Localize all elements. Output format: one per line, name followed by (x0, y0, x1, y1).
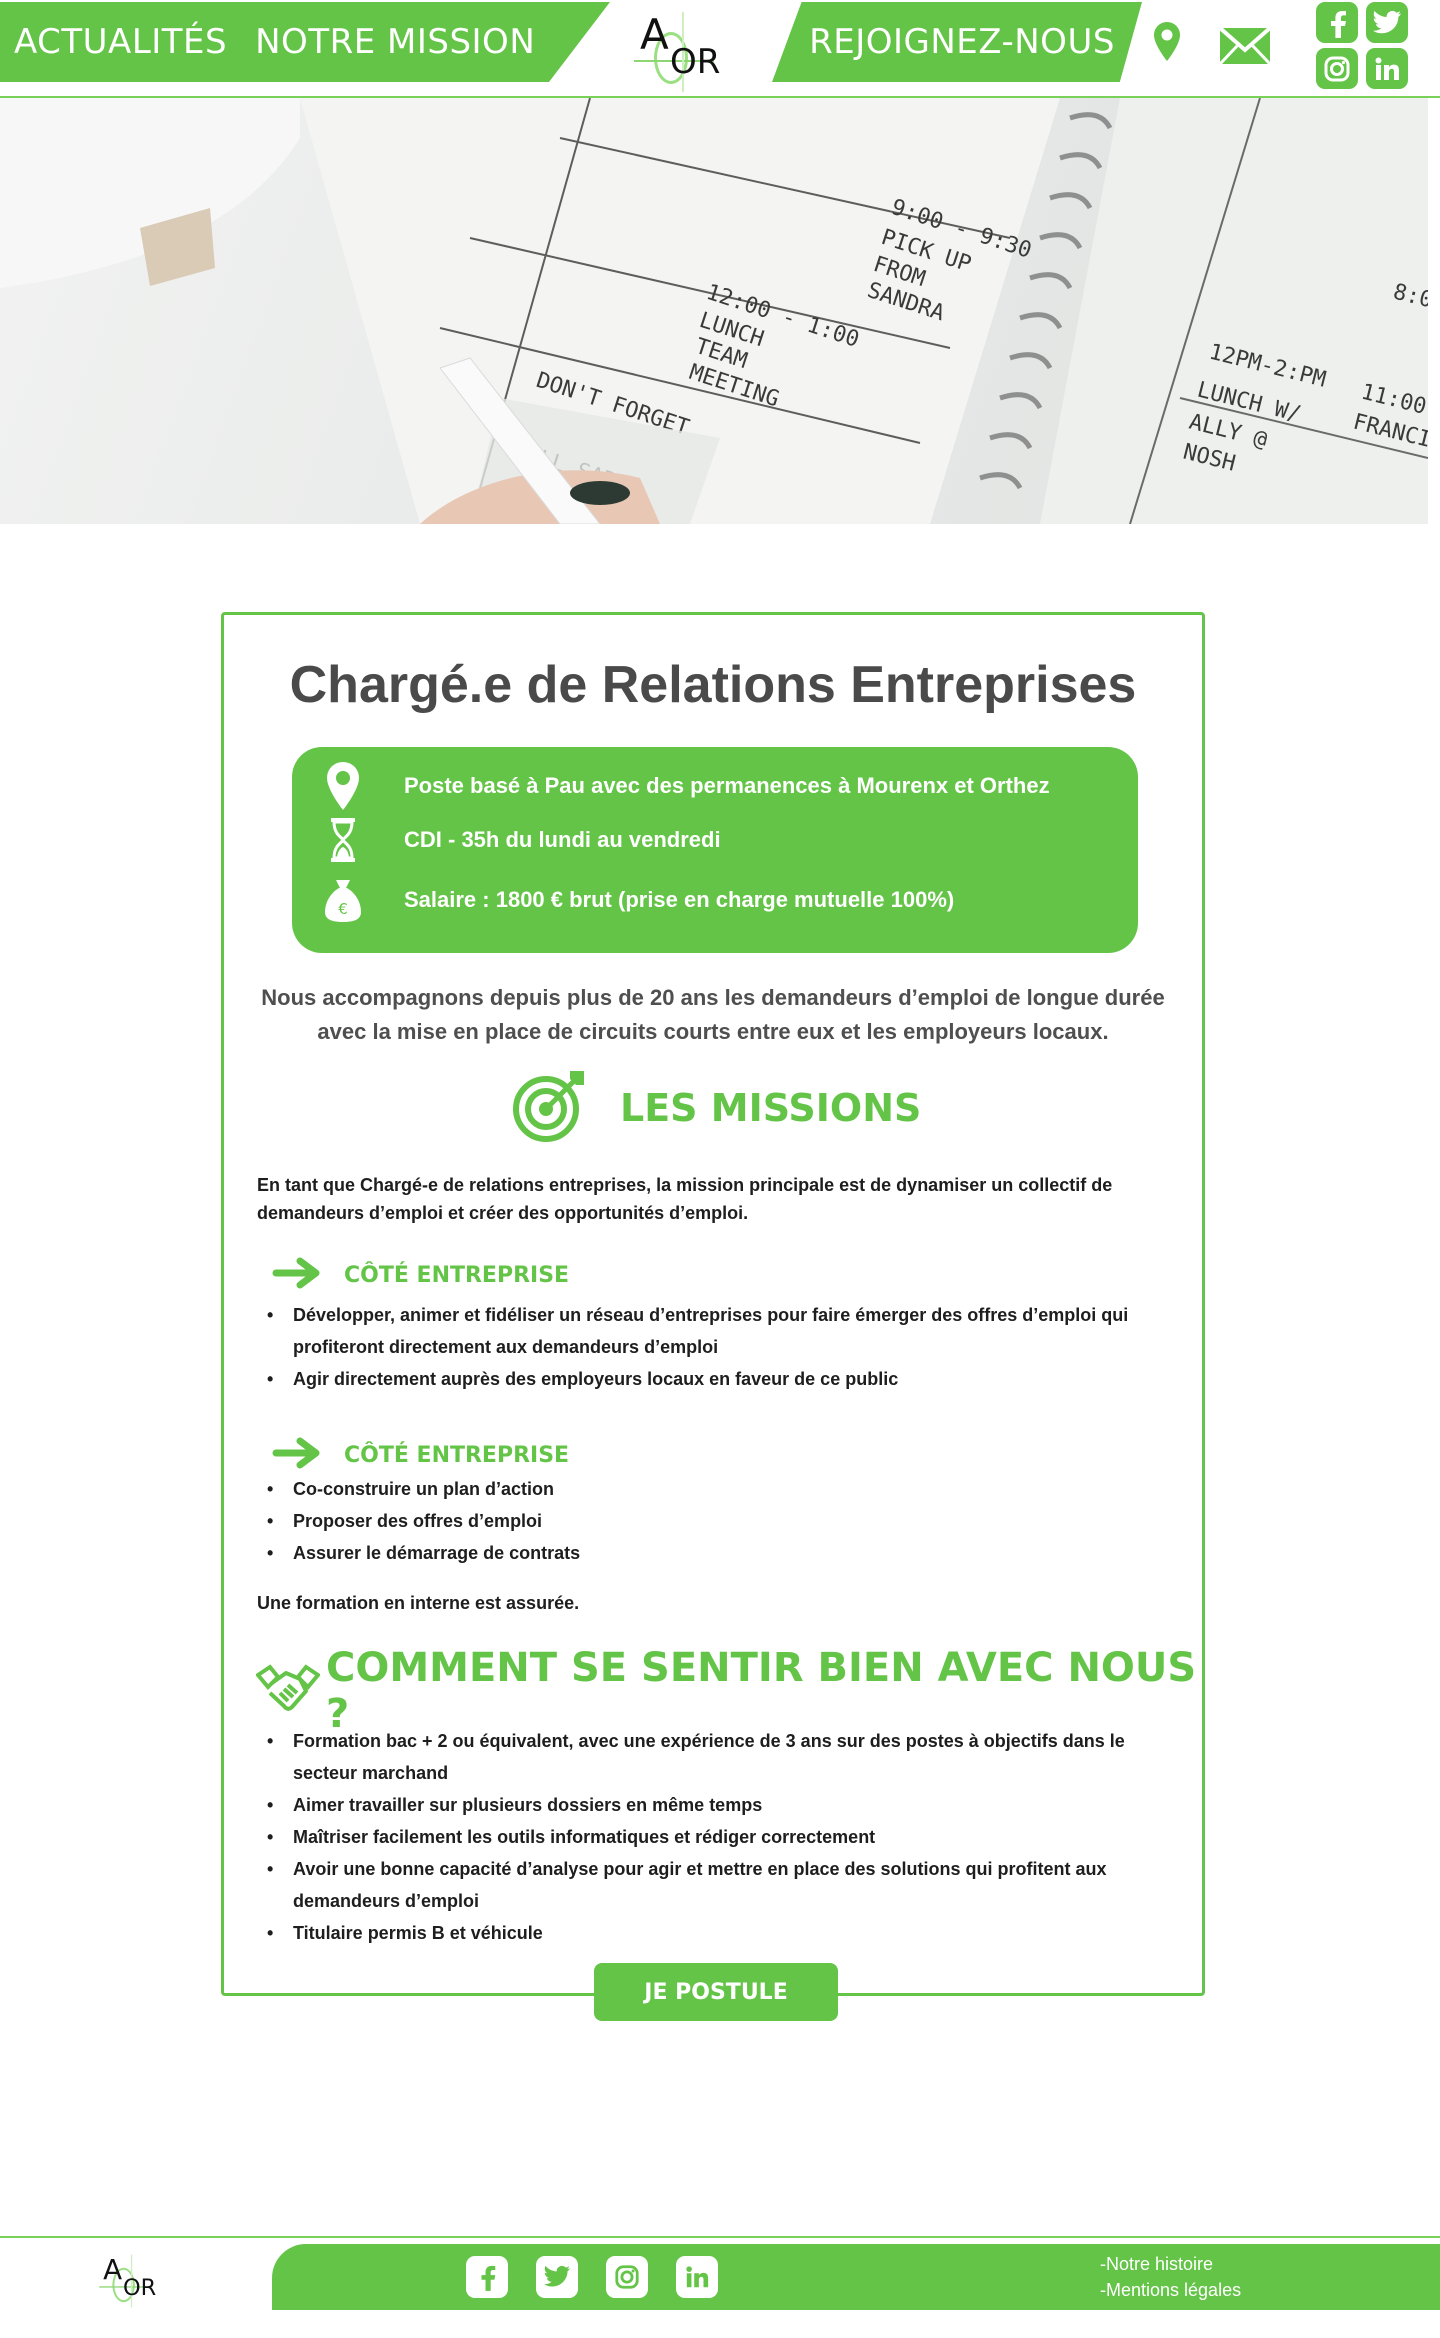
target-icon (512, 1067, 588, 1148)
facebook-icon[interactable] (466, 2256, 508, 2298)
list-item: Maîtriser facilement les outils informat… (257, 1821, 1177, 1853)
list-item: Co-construire un plan d’action (257, 1473, 1177, 1505)
nav-left-bar: ACTUALITÉS NOTRE MISSION (0, 2, 610, 82)
list-item: Aimer travailler sur plusieurs dossiers … (257, 1789, 1177, 1821)
list-item: Titulaire permis B et véhicule (257, 1917, 1177, 1949)
side-1-list: Développer, animer et fidéliser un résea… (257, 1299, 1177, 1395)
footer-divider (0, 2236, 1440, 2238)
side-2-list: Co-construire un plan d’action Proposer … (257, 1473, 1177, 1569)
missions-heading: LES MISSIONS (512, 1067, 921, 1148)
header-logo[interactable]: A OR (614, 2, 734, 92)
arrow-right-icon (272, 1257, 322, 1294)
profile-heading-label: COMMENT SE SENTIR BIEN AVEC NOUS ? (326, 1645, 1197, 1737)
instagram-icon[interactable] (1316, 48, 1358, 89)
location-pin-icon (320, 761, 366, 811)
list-item: Développer, animer et fidéliser un résea… (257, 1299, 1177, 1363)
nav-mission-link[interactable]: NOTRE MISSION (255, 22, 535, 62)
job-title: Chargé.e de Relations Entreprises (289, 656, 1137, 714)
nav-right-bar: REJOIGNEZ-NOUS (772, 2, 1142, 82)
job-contract-row: CDI - 35h du lundi au vendredi (320, 815, 721, 865)
svg-text:€: € (338, 900, 348, 918)
job-location-row: Poste basé à Pau avec des permanences à … (320, 761, 1050, 811)
missions-heading-label: LES MISSIONS (620, 1085, 922, 1130)
profile-heading: COMMENT SE SENTIR BIEN AVEC NOUS ? (255, 1645, 1202, 1737)
logo-letters: OR (670, 42, 721, 82)
profile-list: Formation bac + 2 ou équivalent, avec un… (257, 1725, 1177, 1949)
company-intro: Nous accompagnons depuis plus de 20 ans … (261, 985, 1165, 1044)
footer-logo[interactable]: A OR (86, 2248, 165, 2308)
instagram-icon[interactable] (606, 2256, 648, 2298)
training-note: Une formation en interne est assurée. (257, 1593, 580, 1613)
site-header: ACTUALITÉS NOTRE MISSION A OR REJOIGNEZ-… (0, 0, 1440, 98)
job-contract-text: CDI - 35h du lundi au vendredi (404, 827, 721, 852)
job-offer-card: Chargé.e de Relations Entreprises Poste … (221, 612, 1205, 2021)
list-item: Avoir une bonne capacité d’analyse pour … (257, 1853, 1177, 1917)
twitter-icon[interactable] (536, 2256, 578, 2298)
job-salary-text: Salaire : 1800 € brut (prise en charge m… (404, 887, 955, 912)
nav-news-link[interactable]: ACTUALITÉS (14, 22, 227, 62)
header-social-links (1316, 2, 1412, 90)
linkedin-icon[interactable] (676, 2256, 718, 2298)
job-location-text: Poste basé à Pau avec des permanences à … (404, 773, 1050, 798)
missions-intro: En tant que Chargé-e de relations entrep… (257, 1175, 1113, 1223)
list-item: Formation bac + 2 ou équivalent, avec un… (257, 1725, 1177, 1789)
side-heading-1: CÔTÉ ENTREPRISE (272, 1257, 569, 1294)
footer-legal-link[interactable]: -Mentions légales (1100, 2280, 1241, 2301)
footer-bar (272, 2244, 1440, 2310)
list-item: Proposer des offres d’emploi (257, 1505, 1177, 1537)
location-pin-icon[interactable] (1152, 20, 1182, 69)
hourglass-icon (320, 815, 366, 865)
arrow-right-icon (272, 1437, 322, 1474)
linkedin-icon[interactable] (1366, 48, 1408, 89)
side-heading-2: CÔTÉ ENTREPRISE (272, 1437, 569, 1474)
nav-join-link[interactable]: REJOIGNEZ-NOUS (809, 22, 1115, 62)
facebook-icon[interactable] (1316, 2, 1358, 43)
hero-planner-image: 9:00 - 9:30 PICK UP FROM SANDRA 12:00 - … (0, 98, 1428, 524)
twitter-icon[interactable] (1366, 2, 1408, 43)
apply-button[interactable]: JE POSTULE (594, 1963, 838, 2021)
logo-letter: A (640, 10, 669, 59)
list-item: Agir directement auprès des employeurs l… (257, 1363, 1177, 1395)
logo-letters: OR (122, 2274, 157, 2301)
handshake-icon (255, 1661, 321, 1722)
side-heading-1-label: CÔTÉ ENTREPRISE (344, 1263, 570, 1288)
side-heading-2-label: CÔTÉ ENTREPRISE (344, 1443, 570, 1468)
job-summary-box: Poste basé à Pau avec des permanences à … (292, 747, 1138, 953)
money-bag-icon: € (320, 875, 366, 925)
logo-letter: A (103, 2253, 123, 2286)
footer-history-link[interactable]: -Notre histoire (1100, 2254, 1213, 2275)
list-item: Assurer le démarrage de contrats (257, 1537, 1177, 1569)
envelope-icon[interactable] (1218, 26, 1272, 71)
job-salary-row: € Salaire : 1800 € brut (prise en charge… (320, 875, 954, 925)
